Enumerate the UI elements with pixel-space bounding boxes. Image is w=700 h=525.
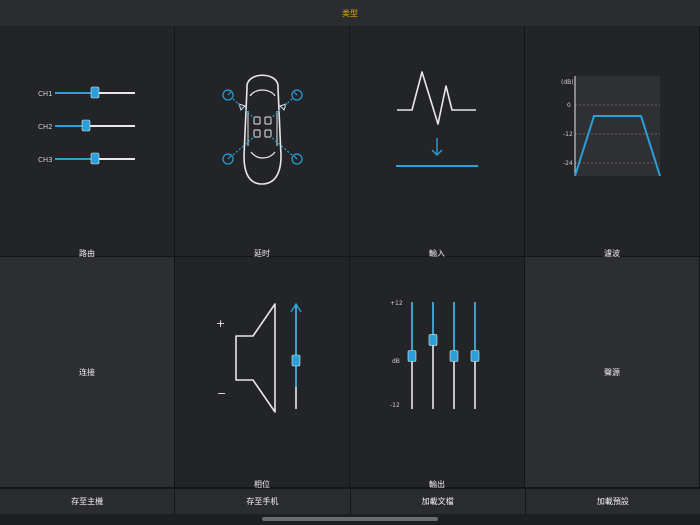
output-tile[interactable]: +12 dB -12 輸出 <box>350 257 525 489</box>
filter-tick-12: -12 <box>563 131 573 138</box>
phase-tile[interactable]: + − 相位 <box>175 257 350 489</box>
home-indicator <box>262 517 438 521</box>
delay-tile[interactable]: 延时 <box>175 26 350 258</box>
filter-tick-24: -24 <box>563 160 573 167</box>
output-top-tick: +12 <box>390 300 403 307</box>
load-file-button[interactable]: 加載文檔 <box>351 489 526 514</box>
fader-handle <box>449 350 459 362</box>
save-to-phone-button[interactable]: 存至手机 <box>175 489 351 514</box>
output-fader-1 <box>407 302 417 409</box>
slider-handle <box>291 354 301 367</box>
car-delay-icon <box>222 74 303 185</box>
output-fader-2 <box>428 302 438 409</box>
phase-speaker-graphic: + − <box>216 302 302 413</box>
channel-label: CH1 <box>38 90 53 98</box>
phase-plus: + <box>216 317 225 330</box>
filter-tile[interactable]: (dB) 0 -12 -24 濾波 <box>525 26 700 258</box>
fader-handle <box>470 350 480 362</box>
input-tile[interactable]: 輸入 <box>350 26 525 258</box>
filter-tick-0: 0 <box>567 102 571 109</box>
output-fader-3 <box>449 302 459 409</box>
slider-handle <box>90 152 100 165</box>
fader-handle <box>407 350 417 362</box>
filter-unit: (dB) <box>561 79 574 86</box>
title-bar: 类型 <box>0 0 700 26</box>
channel-label: CH2 <box>38 123 53 131</box>
load-preset-button[interactable]: 加載預設 <box>526 489 700 514</box>
phase-minus: − <box>217 387 226 400</box>
routing-channel-3: CH3 <box>38 152 135 165</box>
source-label: 聲源 <box>604 368 620 377</box>
slider-handle <box>90 86 100 99</box>
bottom-toolbar: 存至主機 存至手机 加載文檔 加載預設 <box>0 488 700 514</box>
source-tile[interactable]: 聲源 <box>525 257 700 488</box>
output-mid-tick: dB <box>392 358 400 365</box>
save-to-host-button[interactable]: 存至主機 <box>0 489 176 514</box>
output-faders-graphic: +12 dB -12 <box>390 300 480 409</box>
filter-curve-graphic: (dB) 0 -12 -24 <box>561 76 661 177</box>
output-faders <box>407 302 480 409</box>
routing-channel-1: CH1 <box>38 86 135 99</box>
fader-handle <box>428 334 438 346</box>
slider-handle <box>81 119 91 132</box>
input-waveform-icon <box>396 71 478 167</box>
routing-channel-2: CH2 <box>38 119 135 132</box>
routing-sliders-graphic: CH1 CH2 CH3 <box>38 86 135 165</box>
routing-tile[interactable]: CH1 CH2 CH3 路由 <box>0 26 175 258</box>
connect-label: 连接 <box>79 368 95 377</box>
page-title: 类型 <box>342 8 358 18</box>
connect-tile[interactable]: 连接 <box>0 257 175 488</box>
output-fader-4 <box>470 302 480 409</box>
feature-grid: CH1 CH2 CH3 路由 延时 輸入 (dB) 0 -12 -24 濾波 连… <box>0 26 700 489</box>
output-bottom-tick: -12 <box>390 402 400 409</box>
channel-label: CH3 <box>38 156 53 164</box>
